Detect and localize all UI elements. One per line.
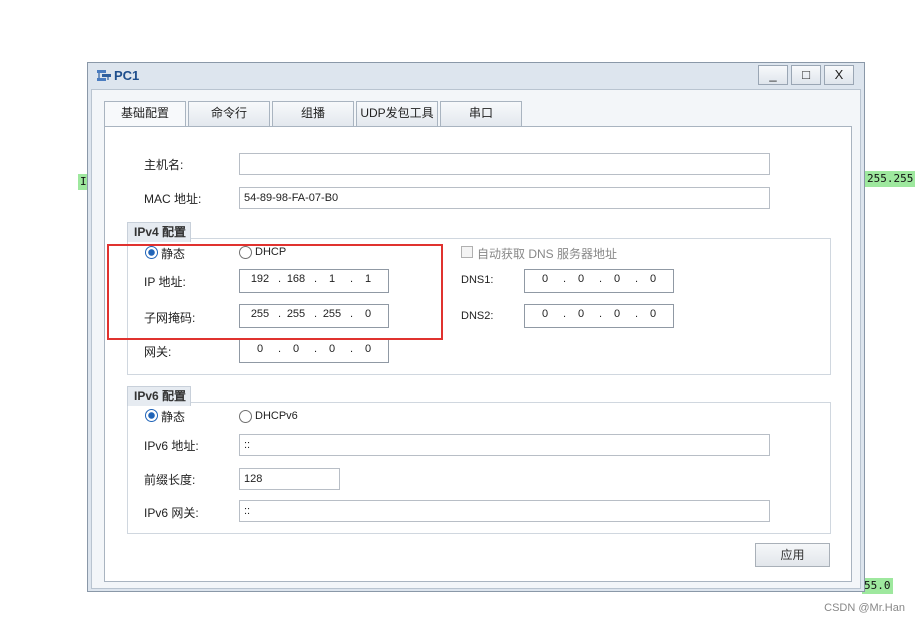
network-host-icon xyxy=(97,70,111,81)
tab-udp-tool[interactable]: UDP发包工具 xyxy=(356,101,438,126)
ipv6-dhcpv6-label: DHCPv6 xyxy=(255,410,298,422)
watermark-text: CSDN @Mr.Han xyxy=(824,602,905,614)
ipv6-address-field[interactable]: :: xyxy=(239,434,770,456)
minimize-button[interactable]: _ xyxy=(758,65,788,85)
dns1-octet-1: 0 xyxy=(541,273,549,285)
title-bar[interactable]: PC1 _ □ X xyxy=(88,63,864,89)
background-tag-right-bottom: 55.0 xyxy=(862,578,893,594)
dns2-octet-4: 0 xyxy=(649,308,657,320)
dns1-label: DNS1: xyxy=(461,274,494,286)
dns2-octet-3: 0 xyxy=(613,308,621,320)
ipv6-group-title: IPv6 配置 xyxy=(127,386,191,406)
gateway-octet-2: 0 xyxy=(292,343,300,355)
ipv4-group-title: IPv4 配置 xyxy=(127,222,191,242)
gateway-octet-3: 0 xyxy=(328,343,336,355)
dns2-field[interactable]: 0 . 0 . 0 . 0 xyxy=(524,304,674,328)
tab-basic-config[interactable]: 基础配置 xyxy=(104,101,186,127)
hostname-field[interactable] xyxy=(239,153,770,175)
window-title: PC1 xyxy=(114,68,140,83)
auto-dns-checkbox[interactable] xyxy=(461,246,473,258)
mac-address-field: 54-89-98-FA-07-B0 xyxy=(239,187,770,209)
ipv6-address-label: IPv6 地址: xyxy=(144,439,199,453)
tab-serial[interactable]: 串口 xyxy=(440,101,522,126)
dns1-field[interactable]: 0 . 0 . 0 . 0 xyxy=(524,269,674,293)
auto-dns-label: 自动获取 DNS 服务器地址 xyxy=(477,247,618,261)
ipv6-static-radio[interactable] xyxy=(145,409,158,422)
gateway-octet-4: 0 xyxy=(364,343,372,355)
dns2-label: DNS2: xyxy=(461,310,494,322)
maximize-button[interactable]: □ xyxy=(791,65,821,85)
ipv6-gateway-field[interactable]: :: xyxy=(239,500,770,522)
dns2-octet-1: 0 xyxy=(541,308,549,320)
close-button[interactable]: X xyxy=(824,65,854,85)
tab-multicast[interactable]: 组播 xyxy=(272,101,354,126)
apply-button[interactable]: 应用 xyxy=(755,543,830,567)
mac-address-label: MAC 地址: xyxy=(144,192,202,206)
tab-command-line[interactable]: 命令行 xyxy=(188,101,270,126)
highlight-annotation-box xyxy=(107,244,443,340)
gateway-label: 网关: xyxy=(144,345,172,359)
dns1-octet-3: 0 xyxy=(613,273,621,285)
ipv6-static-label: 静态 xyxy=(161,410,186,424)
prefix-length-field[interactable]: 128 xyxy=(239,468,340,490)
hostname-label: 主机名: xyxy=(144,158,184,172)
gateway-field[interactable]: 0 . 0 . 0 . 0 xyxy=(239,339,389,363)
dns2-octet-2: 0 xyxy=(577,308,585,320)
gateway-octet-1: 0 xyxy=(256,343,264,355)
dns1-octet-4: 0 xyxy=(649,273,657,285)
background-tag-right-top: 255.255 xyxy=(865,171,916,187)
ipv6-dhcpv6-radio[interactable] xyxy=(239,410,252,423)
dns1-octet-2: 0 xyxy=(577,273,585,285)
prefix-length-label: 前缀长度: xyxy=(144,473,196,487)
ipv6-gateway-label: IPv6 网关: xyxy=(144,506,199,520)
